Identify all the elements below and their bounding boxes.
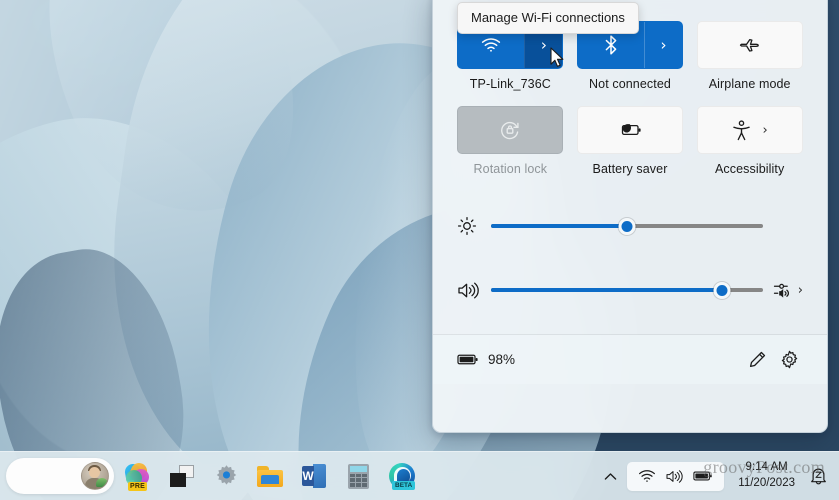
battery-icon [693,471,713,481]
quick-settings-footer: 98% [433,335,827,384]
brightness-track-fill [491,224,627,228]
edit-quick-settings-button[interactable] [741,344,773,376]
chevron-right-icon[interactable]: › [763,124,768,137]
tray-overflow-button[interactable] [595,459,625,493]
battery-saver-tile-label: Battery saver [592,162,668,176]
wifi-tile-label: TP-Link_736C [469,77,551,91]
rotation-lock-tile[interactable] [457,106,564,154]
accessibility-tile[interactable]: › [696,106,803,154]
brightness-slider[interactable] [491,217,763,235]
brightness-slider-thumb[interactable] [618,217,636,235]
volume-slider[interactable] [491,281,763,299]
bluetooth-icon [605,35,617,55]
airplane-icon [739,39,759,52]
copilot-preview-badge: PRE [128,482,147,491]
taskbar-item-copilot[interactable]: PRE [118,456,158,496]
chevron-up-icon [604,472,617,480]
taskbar-item-start[interactable] [6,458,114,494]
accessibility-icon [732,119,750,140]
copilot-icon: PRE [123,460,152,491]
taskbar: PRE W BETA 9:14 AM 11/20/2023 [0,451,839,500]
brightness-icon [457,216,477,236]
taskbar-item-explorer[interactable] [250,456,290,496]
audio-output-picker-icon [773,283,789,298]
quick-setting-airplane: Airplane mode [696,21,803,91]
quick-setting-battery-saver: Battery saver [576,106,684,176]
notification-bell-icon [810,468,826,485]
calculator-icon [347,463,369,489]
battery-status: 98% [457,352,515,367]
quick-settings-panel: › TP-Link_736C › Not connected Airplane … [432,0,828,433]
quick-setting-accessibility: › Accessibility [696,106,803,176]
word-page [313,464,326,488]
taskbar-item-edge[interactable]: BETA [382,456,422,496]
file-explorer-icon [257,465,283,487]
taskbar-item-word[interactable]: W [294,456,334,496]
brightness-slider-row [433,204,827,248]
folder-sheet [261,474,279,484]
wifi-icon [639,470,656,482]
airplane-mode-tile-label: Airplane mode [708,77,791,91]
quick-setting-rotation-lock: Rotation lock [457,106,564,176]
avatar-dome [96,478,108,487]
rotation-lock-tile-label: Rotation lock [473,162,548,176]
tray-status-button[interactable] [627,461,725,491]
task-view-front-window [170,473,186,487]
word-icon: W [302,464,326,488]
wifi-icon [482,38,501,52]
desktop-screen: › TP-Link_736C › Not connected Airplane … [0,0,839,500]
accessibility-tile-label: Accessibility [714,162,785,176]
chevron-right-icon: › [540,35,547,54]
volume-track-fill [491,288,723,292]
audio-output-picker[interactable]: › [763,281,803,299]
settings-gear-icon [216,464,236,485]
taskbar-item-taskview[interactable] [162,456,202,496]
gear-icon [781,350,797,369]
volume-slider-thumb[interactable] [713,281,731,299]
taskbar-item-calculator[interactable] [338,456,378,496]
taskbar-item-settings[interactable] [206,456,246,496]
brightness-icon-wrap [457,216,491,236]
rotation-lock-icon [501,121,519,140]
edge-beta-badge: BETA [392,481,416,490]
airplane-mode-tile[interactable] [696,21,803,69]
taskbar-clock[interactable]: 9:14 AM 11/20/2023 [726,460,803,491]
word-letter: W [302,466,314,486]
avatar-face [89,467,100,478]
volume-icon [666,469,683,483]
chevron-right-icon[interactable]: › [798,284,803,297]
task-view-icon [170,465,194,487]
open-settings-button[interactable] [773,344,805,376]
edge-icon: BETA [389,463,416,490]
user-photo-avatar [81,462,109,490]
volume-icon [458,282,479,298]
system-tray: 9:14 AM 11/20/2023 [595,459,839,493]
battery-saver-tile[interactable] [576,106,683,154]
calculator-screen [349,465,367,472]
battery-percent-label: 98% [488,352,516,367]
notifications-button[interactable] [805,459,831,493]
pencil-icon [749,351,765,368]
wifi-chevron-tooltip: Manage Wi-Fi connections [457,2,639,34]
taskbar-app-list: PRE W BETA [0,456,422,496]
clock-time: 9:14 AM [745,461,788,474]
clock-date: 11/20/2023 [738,477,795,489]
calculator-keys [349,473,367,487]
volume-slider-row: › [433,268,827,312]
battery-full-icon [457,354,478,365]
volume-icon-wrap [457,281,491,300]
battery-leaf-icon [621,124,641,136]
bluetooth-tile-label: Not connected [589,77,671,91]
bluetooth-expand-chevron-button[interactable]: › [643,22,682,68]
chevron-right-icon: › [660,35,667,54]
